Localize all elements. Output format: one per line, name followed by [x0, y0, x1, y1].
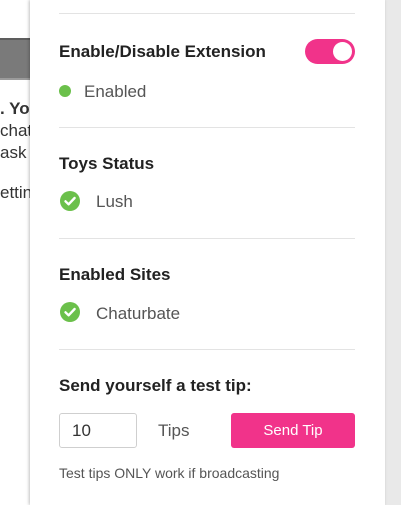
extension-status: Enabled — [84, 82, 147, 101]
background-page: . Yo chat ask u etting — [0, 0, 34, 505]
enabled-sites-heading: Enabled Sites — [59, 265, 171, 284]
tip-amount-input[interactable] — [59, 413, 137, 448]
test-tip-heading: Send yourself a test tip: — [59, 376, 252, 395]
divider — [59, 238, 355, 239]
extension-popup: Enable/Disable Extension Enabled Toys St… — [30, 0, 385, 505]
background-toolbar — [0, 38, 34, 80]
extension-toggle-heading: Enable/Disable Extension — [59, 42, 266, 61]
check-icon — [60, 191, 80, 211]
toggle-knob — [333, 42, 352, 61]
check-icon — [60, 302, 80, 322]
send-tip-button[interactable]: Send Tip — [231, 413, 355, 448]
tips-unit-label: Tips — [158, 421, 190, 440]
extension-toggle[interactable] — [305, 39, 355, 64]
toy-item: Lush — [96, 192, 133, 211]
site-item: Chaturbate — [96, 304, 181, 323]
background-line: etting — [0, 183, 34, 202]
background-line: . Yo — [0, 99, 30, 118]
test-tip-note: Test tips ONLY work if broadcasting — [59, 465, 280, 481]
divider — [59, 127, 355, 128]
background-text: . Yo chat ask u etting — [0, 98, 34, 204]
divider — [59, 349, 355, 350]
background-line: chat — [0, 121, 33, 140]
divider — [59, 13, 355, 14]
background-line: ask u — [0, 143, 34, 162]
page-scroll-area — [385, 0, 401, 505]
status-dot-icon — [59, 85, 71, 97]
toys-status-heading: Toys Status — [59, 154, 155, 173]
